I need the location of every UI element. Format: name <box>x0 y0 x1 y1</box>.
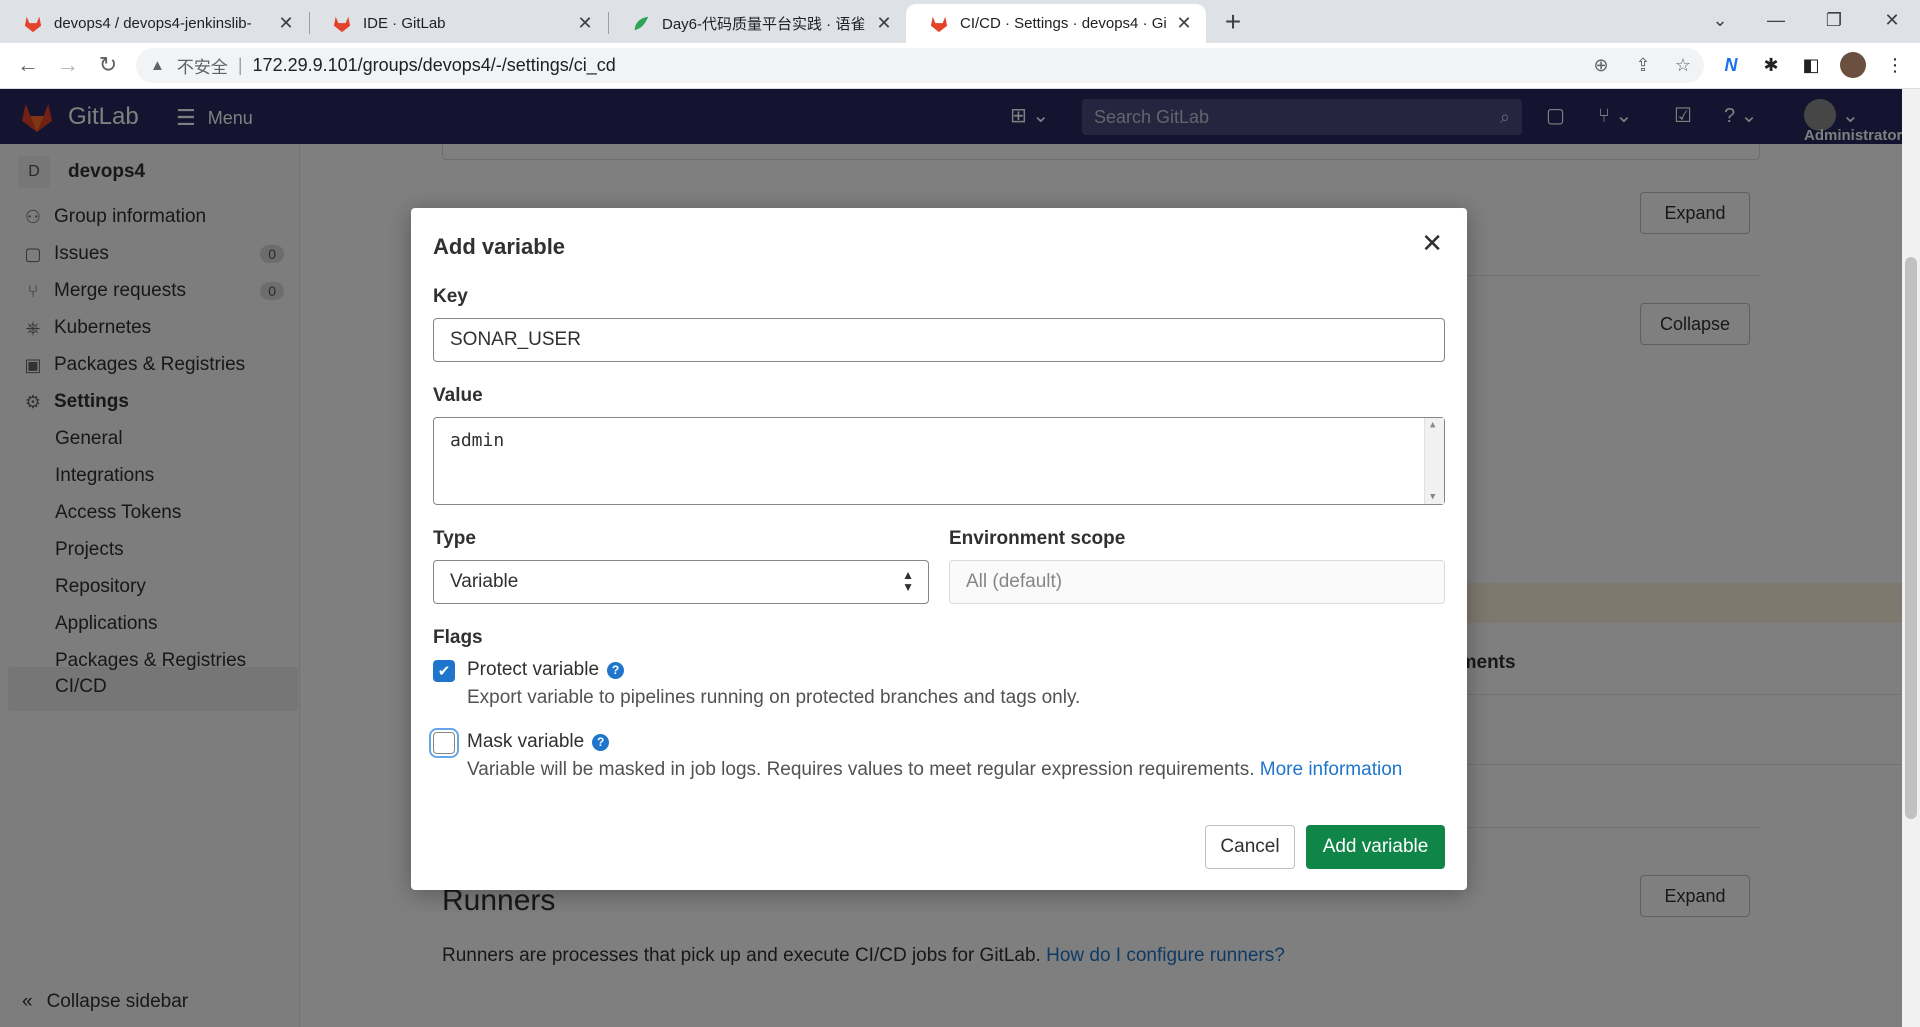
address-bar[interactable]: ▲ 不安全 | 172.29.9.101/groups/devops4/-/se… <box>136 48 1704 83</box>
address-divider: | <box>237 55 243 75</box>
page-scrollbar[interactable] <box>1902 89 1920 1027</box>
protect-variable-help: Export variable to pipelines running on … <box>467 687 1081 708</box>
mask-variable-label-text: Mask variable <box>467 731 585 752</box>
browser-tab-ide[interactable]: IDE · GitLab ✕ <box>309 4 607 43</box>
close-icon[interactable]: ✕ <box>1421 230 1443 256</box>
zoom-icon[interactable]: ⊕ <box>1586 50 1616 80</box>
share-icon[interactable]: ⇪ <box>1628 50 1658 80</box>
browser-tab-jenkinslib[interactable]: devops4 / devops4-jenkinslib- ✕ <box>0 4 308 43</box>
cancel-button[interactable]: Cancel <box>1205 825 1295 869</box>
url-text: 172.29.9.101/groups/devops4/-/settings/c… <box>252 55 616 75</box>
help-question-icon[interactable]: ? <box>592 733 610 751</box>
minimize-window-button[interactable]: — <box>1756 4 1796 36</box>
type-label: Type <box>433 528 476 549</box>
mask-variable-help: Variable will be masked in job logs. Req… <box>467 759 1402 781</box>
protect-variable-checkbox[interactable]: ✔ <box>433 660 455 682</box>
tab-label: IDE · GitLab <box>363 15 446 32</box>
extension-n-icon[interactable]: N <box>1716 50 1746 80</box>
browser-tab-cicd-settings[interactable]: CI/CD · Settings · devops4 · Gi ✕ <box>906 4 1206 43</box>
key-input-value: SONAR_USER <box>450 329 581 350</box>
add-variable-modal: Add variable ✕ Key SONAR_USER Value admi… <box>411 208 1467 890</box>
browser-toolbar: ← → ↻ ▲ 不安全 | 172.29.9.101/groups/devops… <box>0 43 1920 89</box>
close-tab-icon[interactable]: ✕ <box>1174 13 1194 34</box>
textarea-scrollbar[interactable]: ▲ ▼ <box>1424 418 1444 504</box>
mask-variable-help-text: Variable will be masked in job logs. Req… <box>467 759 1260 780</box>
tab-search-chevron-icon[interactable]: ⌄ <box>1700 4 1740 36</box>
back-arrow-icon[interactable]: ← <box>12 49 44 81</box>
side-panel-icon[interactable]: ◧ <box>1796 50 1826 80</box>
mask-variable-checkbox[interactable] <box>433 732 455 754</box>
checkmark-icon: ✔ <box>437 663 451 680</box>
gitlab-favicon-icon <box>333 16 351 32</box>
browser-tab-bar: devops4 / devops4-jenkinslib- ✕ IDE · Gi… <box>0 0 1920 43</box>
close-tab-icon[interactable]: ✕ <box>276 13 296 34</box>
profile-avatar-icon[interactable] <box>1838 50 1868 80</box>
more-information-link[interactable]: More information <box>1260 759 1403 780</box>
value-textarea[interactable]: admin ▲ ▼ <box>433 417 1445 505</box>
value-label: Value <box>433 385 483 406</box>
yuque-favicon-icon <box>634 16 649 30</box>
value-textarea-content: admin <box>450 430 505 451</box>
key-input[interactable]: SONAR_USER <box>433 318 1445 362</box>
modal-title: Add variable <box>433 234 566 259</box>
security-status: 不安全 <box>176 58 228 77</box>
browser-menu-icon[interactable]: ⋮ <box>1880 50 1910 80</box>
protect-variable-label-text: Protect variable <box>467 659 600 680</box>
browser-tab-yuque[interactable]: Day6-代码质量平台实践 · 语雀 ✕ <box>608 4 906 43</box>
flags-label: Flags <box>433 627 483 648</box>
restore-window-button[interactable]: ❐ <box>1814 4 1854 36</box>
reload-icon[interactable]: ↻ <box>92 49 124 81</box>
bookmark-star-icon[interactable]: ☆ <box>1668 50 1698 80</box>
key-label: Key <box>433 286 468 307</box>
select-arrows-icon: ▲ ▼ <box>902 568 914 594</box>
add-variable-button[interactable]: Add variable <box>1306 825 1445 869</box>
help-question-icon[interactable]: ? <box>607 661 625 679</box>
page-scrollbar-thumb[interactable] <box>1905 257 1917 819</box>
new-tab-button[interactable]: + <box>1218 6 1248 38</box>
forward-arrow-icon[interactable]: → <box>52 49 84 81</box>
protect-variable-label[interactable]: Protect variable ? <box>467 659 625 681</box>
type-select-value: Variable <box>450 571 519 592</box>
environment-scope-input[interactable]: All (default) <box>949 560 1445 604</box>
tab-label: devops4 / devops4-jenkinslib- <box>54 15 252 32</box>
environment-scope-value: All (default) <box>966 571 1063 592</box>
scroll-down-arrow-icon[interactable]: ▼ <box>1430 492 1435 502</box>
close-tab-icon[interactable]: ✕ <box>874 13 894 34</box>
close-tab-icon[interactable]: ✕ <box>575 13 595 34</box>
type-select[interactable]: Variable ▲ ▼ <box>433 560 929 604</box>
tab-label: Day6-代码质量平台实践 · 语雀 <box>662 16 866 33</box>
environment-scope-label: Environment scope <box>949 528 1126 549</box>
tab-label: CI/CD · Settings · devops4 · Gi <box>960 15 1167 32</box>
warning-triangle-icon: ▲ <box>150 57 165 74</box>
gitlab-favicon-icon <box>930 16 948 32</box>
gitlab-favicon-icon <box>24 16 42 32</box>
scroll-up-arrow-icon[interactable]: ▲ <box>1430 420 1435 430</box>
extensions-puzzle-icon[interactable]: ✱ <box>1756 50 1786 80</box>
mask-variable-label[interactable]: Mask variable ? <box>467 731 610 753</box>
close-window-button[interactable]: ✕ <box>1872 4 1912 36</box>
